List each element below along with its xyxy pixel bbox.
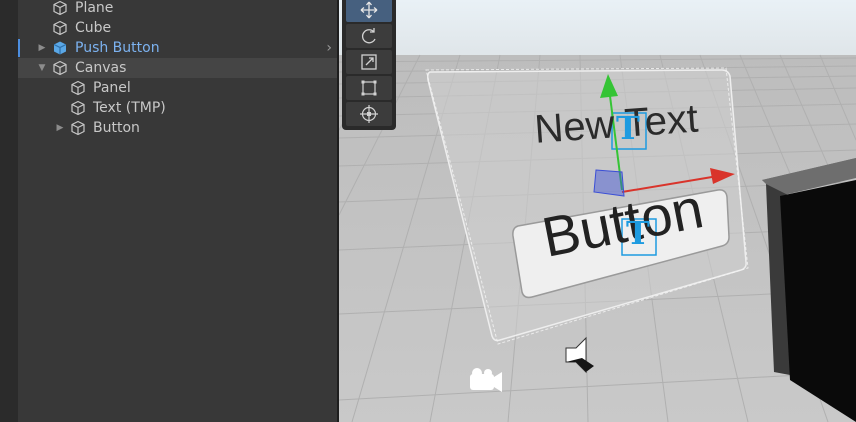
prefab-open-chevron-icon[interactable]: › <box>326 38 332 58</box>
hierarchy-item-text-tmp[interactable]: Text (TMP) <box>18 98 338 118</box>
gameobject-cube-icon <box>71 100 85 116</box>
hierarchy-item-canvas[interactable]: ▼ Canvas <box>18 58 338 78</box>
gameobject-cube-icon <box>53 60 67 76</box>
tmp-text-icon: T <box>616 109 640 147</box>
hierarchy-panel: Plane Cube ▶ Push Button › ▼ Canvas Pane… <box>0 0 338 422</box>
gameobject-cube-icon <box>71 80 85 96</box>
hierarchy-item-label: Plane <box>75 0 114 16</box>
transform-tool-icon <box>360 105 378 123</box>
hierarchy-item-label: Text (TMP) <box>93 100 166 116</box>
rect-tool-icon <box>361 80 377 96</box>
hierarchy-item-plane[interactable]: Plane <box>18 0 338 18</box>
hierarchy-item-button[interactable]: ▶ Button <box>18 118 338 138</box>
hierarchy-item-push-button[interactable]: ▶ Push Button › <box>18 38 338 58</box>
hierarchy-item-cube[interactable]: Cube <box>18 18 338 38</box>
scene-view[interactable]: New Text Button T T <box>339 0 856 422</box>
hierarchy-gutter <box>0 0 18 422</box>
hierarchy-item-label: Push Button <box>75 40 160 56</box>
hierarchy-item-label: Button <box>93 120 140 136</box>
gameobject-cube-icon <box>71 120 85 136</box>
collapse-arrow-icon[interactable]: ▼ <box>36 58 48 78</box>
transform-toolbar <box>342 0 396 130</box>
scale-tool-button[interactable] <box>346 50 392 74</box>
gameobject-cube-icon <box>53 20 67 36</box>
move-tool-button[interactable] <box>346 0 392 22</box>
expand-arrow-icon[interactable]: ▶ <box>36 38 48 58</box>
prefab-cube-icon <box>53 41 67 55</box>
hierarchy-item-label: Panel <box>93 80 131 96</box>
scale-tool-icon <box>361 54 377 70</box>
prefab-selection-marker <box>18 39 20 57</box>
tmp-text-icon: T <box>626 214 650 252</box>
transform-tool-button[interactable] <box>346 102 392 126</box>
hierarchy-item-label: Canvas <box>75 60 127 76</box>
gameobject-cube-icon <box>53 0 67 16</box>
expand-arrow-icon[interactable]: ▶ <box>54 118 66 138</box>
hierarchy-item-label: Cube <box>75 20 112 36</box>
rotate-tool-button[interactable] <box>346 24 392 48</box>
rotate-tool-icon <box>362 28 376 44</box>
rect-tool-button[interactable] <box>346 76 392 100</box>
move-tool-icon <box>360 1 378 19</box>
hierarchy-item-panel[interactable]: Panel <box>18 78 338 98</box>
